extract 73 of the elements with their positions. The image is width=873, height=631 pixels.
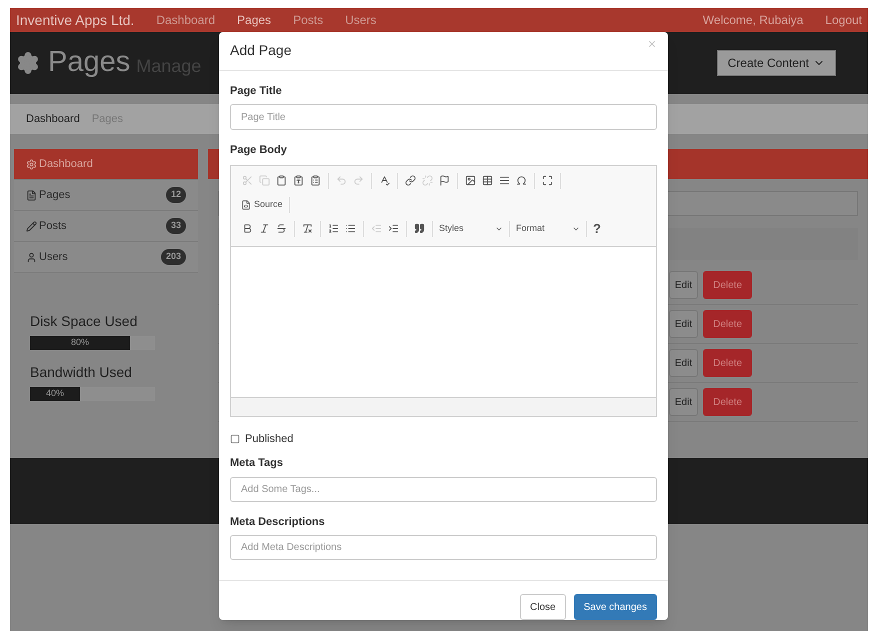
page-title-field[interactable]: Page Title	[230, 104, 657, 130]
sidebar-item[interactable]: Dashboard	[14, 149, 198, 180]
delete-button[interactable]: Delete	[703, 310, 752, 338]
link-icon[interactable]	[405, 175, 416, 186]
spellcheck-icon[interactable]	[379, 175, 390, 186]
edit-button[interactable]: Edit	[668, 271, 698, 299]
nav-link[interactable]: Dashboard	[156, 11, 216, 29]
meta-tags-field[interactable]: Add Some Tags...	[230, 476, 657, 502]
omega-icon[interactable]	[516, 175, 527, 186]
logout-link[interactable]: Logout	[825, 11, 862, 29]
table-icon[interactable]	[482, 175, 493, 186]
format-dropdown[interactable]: Format	[514, 222, 582, 236]
field-label: Meta Descriptions	[230, 514, 326, 530]
close-button[interactable]: Close	[520, 594, 566, 620]
dialog-title: Add Page	[230, 41, 292, 60]
nav-link[interactable]: Users	[345, 11, 376, 29]
indent-icon[interactable]	[388, 223, 399, 234]
maximize-icon[interactable]	[542, 175, 553, 186]
sidebar-label: Posts	[39, 218, 67, 234]
source-button[interactable]: Source	[239, 198, 285, 212]
published-checkbox[interactable]	[230, 434, 240, 444]
clipboard-icon[interactable]	[310, 175, 321, 186]
edit-button[interactable]: Edit	[668, 310, 698, 338]
meter-reading: 80%	[70, 336, 89, 350]
document-icon	[26, 190, 37, 200]
meter-label: Bandwidth Used	[30, 363, 133, 382]
nav-link[interactable]: Posts	[293, 11, 324, 29]
sidebar-label: Users	[39, 250, 68, 265]
edit-button[interactable]: Edit	[668, 349, 698, 377]
create-content-button[interactable]: Create Content	[716, 50, 836, 76]
sidebar-item[interactable]: Pages 12	[14, 180, 198, 211]
meta-descriptions-field[interactable]: Add Meta Descriptions	[230, 535, 657, 560]
nav-link[interactable]: Pages	[237, 11, 272, 29]
styles-dropdown[interactable]: Styles	[437, 222, 505, 236]
clipboard-icon[interactable]	[293, 175, 304, 186]
strikethrough-icon[interactable]	[276, 223, 287, 234]
clipboard-icon[interactable]	[276, 175, 287, 186]
welcome-text: Welcome, Rubaiya	[702, 12, 804, 29]
bullet-list-icon[interactable]	[345, 223, 356, 234]
sidebar-label: Pages	[39, 188, 70, 203]
delete-button[interactable]: Delete	[703, 349, 752, 377]
sidebar-label: Dashboard	[39, 156, 93, 172]
edit-button[interactable]: Edit	[668, 388, 698, 416]
sidebar-item[interactable]: Users 203	[14, 242, 198, 273]
clear-format-icon[interactable]	[302, 223, 313, 234]
image-icon[interactable]	[465, 175, 476, 186]
quote-icon[interactable]	[414, 223, 425, 234]
field-label: Page Body	[230, 143, 288, 158]
breadcrumb-link[interactable]: Dashboard	[26, 110, 80, 128]
rich-text-editor[interactable]: Source Styles Format ?	[230, 164, 657, 416]
brand-name[interactable]: Inventive Apps Ltd.	[16, 10, 134, 30]
save-changes-button[interactable]: Save changes	[574, 594, 657, 620]
checkbox-label: Published	[245, 432, 294, 446]
page-heading: Pages	[48, 45, 130, 80]
user-icon	[26, 252, 37, 262]
delete-button[interactable]: Delete	[703, 271, 752, 299]
lines-icon[interactable]	[499, 175, 510, 186]
numbered-list-icon[interactable]	[328, 223, 339, 234]
bold-icon[interactable]	[242, 223, 253, 234]
field-label: Page Title	[230, 84, 283, 98]
pencil-icon	[26, 220, 37, 232]
meter-label: Disk Space Used	[30, 312, 138, 331]
help-button[interactable]: ?	[591, 218, 603, 238]
meter-reading: 40%	[46, 387, 64, 400]
count-badge: 203	[160, 249, 186, 265]
flag-icon[interactable]	[439, 175, 450, 186]
code-file-icon	[241, 200, 251, 210]
delete-button[interactable]: Delete	[703, 388, 752, 416]
sidebar-item[interactable]: Posts 33	[14, 211, 198, 242]
count-badge: 33	[166, 218, 186, 234]
italic-icon[interactable]	[259, 223, 270, 234]
field-label: Meta Tags	[230, 456, 284, 471]
count-badge: 12	[166, 187, 186, 203]
